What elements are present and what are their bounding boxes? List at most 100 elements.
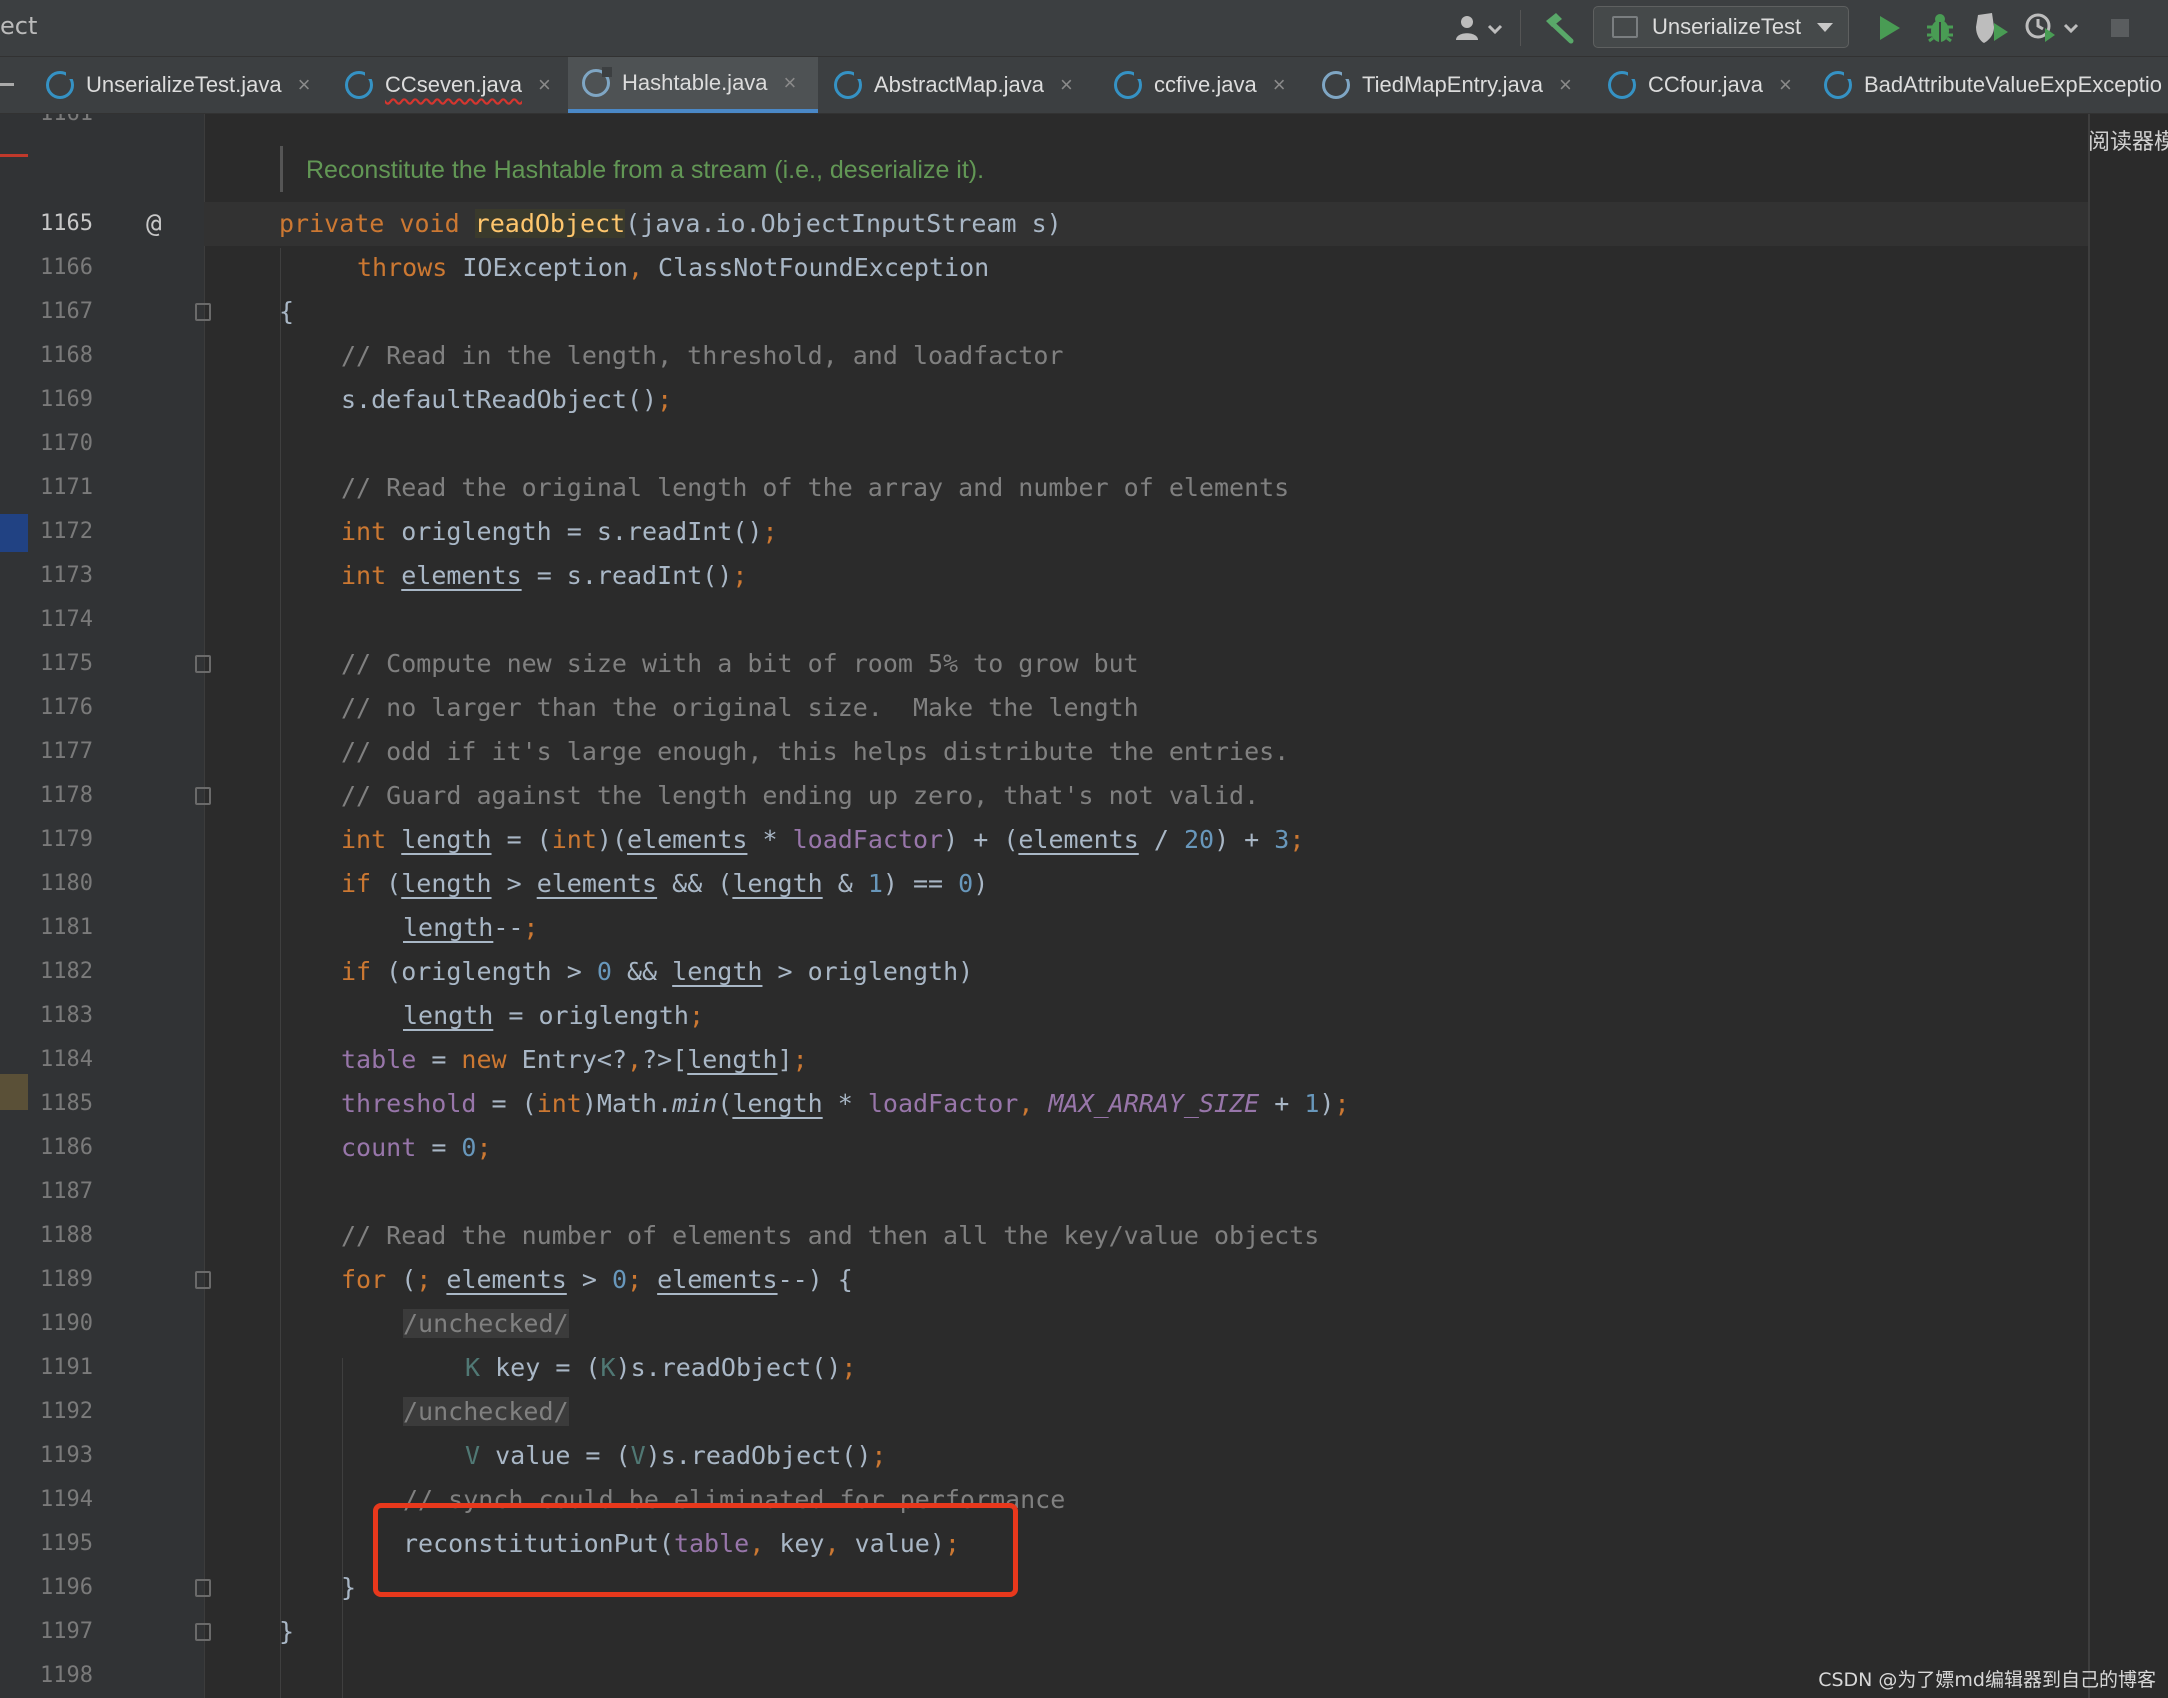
close-icon[interactable]: × <box>784 70 797 96</box>
code-token: = ( <box>491 825 552 854</box>
code-token: > origlength) <box>762 957 974 986</box>
code-line-1169[interactable]: s.defaultReadObject(); <box>341 378 672 422</box>
code-line-1182[interactable]: if (origlength > 0 && length > origlengt… <box>341 950 973 994</box>
debug-icon[interactable] <box>1920 8 1960 48</box>
code-token: ) <box>973 869 989 898</box>
java-class-icon <box>1608 69 1638 99</box>
code-token: value = ( <box>480 1441 631 1470</box>
fold-marker-icon[interactable] <box>195 1579 211 1597</box>
fold-marker-icon[interactable] <box>195 1623 211 1641</box>
close-icon[interactable]: × <box>1273 72 1286 98</box>
code-line-1189[interactable]: for (; elements > 0; elements--) { <box>341 1258 853 1302</box>
code-token: count <box>341 1133 417 1162</box>
code-line-1191[interactable]: K key = (K)s.readObject(); <box>465 1346 856 1390</box>
coverage-icon[interactable] <box>1972 8 2014 48</box>
code-line-1184[interactable]: table = new Entry<?,?>[length]; <box>341 1038 808 1082</box>
code-token: --) { <box>777 1265 853 1294</box>
line-number: 1188 <box>40 1223 93 1248</box>
profile-icon[interactable] <box>2022 8 2084 48</box>
code-token: s.defaultReadObject() <box>341 385 658 414</box>
reader-mode-toggle[interactable]: 阅读器模 <box>2088 124 2168 156</box>
close-icon[interactable]: × <box>1779 72 1792 98</box>
doc-comment-bar <box>280 146 283 192</box>
code-token: = ( <box>476 1089 537 1118</box>
code-line-1166[interactable]: throws IOException, ClassNotFoundExcepti… <box>357 246 989 290</box>
code-line-1197[interactable]: } <box>279 1610 294 1654</box>
code-token: elements <box>1018 825 1139 854</box>
tab-ccseven[interactable]: CCseven.java × <box>345 57 551 113</box>
code-token: 1 <box>1304 1089 1320 1118</box>
close-icon[interactable]: × <box>298 72 311 98</box>
tab-ccfour[interactable]: CCfour.java × <box>1608 57 1792 113</box>
tab-abstractmap[interactable]: AbstractMap.java × <box>834 57 1073 113</box>
code-line-1188[interactable]: // Read the number of elements and then … <box>341 1214 1319 1258</box>
code-token: IOException <box>462 253 628 282</box>
code-editor[interactable]: Reconstitute the Hashtable from a stream… <box>0 114 2168 1698</box>
code-token: , <box>627 1045 643 1074</box>
code-token: length <box>401 825 492 854</box>
code-line-1192[interactable]: /unchecked/ <box>403 1390 569 1434</box>
code-token: readObject <box>474 209 626 238</box>
fold-marker-icon[interactable] <box>195 1271 211 1289</box>
run-icon[interactable] <box>1870 8 1906 48</box>
tab-unserializetest[interactable]: UnserializeTest.java × <box>46 57 311 113</box>
code-line-1179[interactable]: int length = (int)(elements * loadFactor… <box>341 818 1304 862</box>
code-token: length <box>732 869 823 898</box>
code-token: ( <box>386 869 402 898</box>
code-token: ; <box>792 1045 808 1074</box>
indent-guide <box>280 248 281 1698</box>
line-number: 1175 <box>40 651 93 676</box>
code-line-1186[interactable]: count = 0; <box>341 1126 492 1170</box>
user-icon[interactable] <box>1452 8 1508 48</box>
close-icon[interactable]: × <box>538 72 551 98</box>
code-line-1173[interactable]: int elements = s.readInt(); <box>341 554 747 598</box>
code-line-1167[interactable]: { <box>279 290 294 334</box>
code-token: 1 <box>867 869 883 898</box>
build-hammer-icon[interactable] <box>1538 8 1578 48</box>
code-token: ; <box>476 1133 492 1162</box>
code-line-1181[interactable]: length--; <box>403 906 538 950</box>
tab-label: TiedMapEntry.java <box>1362 72 1543 97</box>
code-token: * <box>747 825 793 854</box>
code-token: 3 <box>1274 825 1290 854</box>
code-line-1193[interactable]: V value = (V)s.readObject(); <box>465 1434 886 1478</box>
code-line-1190[interactable]: /unchecked/ <box>403 1302 569 1346</box>
code-line-1176[interactable]: // no larger than the original size. Mak… <box>341 686 1139 730</box>
code-token: 20 <box>1183 825 1215 854</box>
tab-overflow-icon[interactable] <box>0 83 14 86</box>
tab-label: AbstractMap.java <box>874 72 1044 97</box>
override-at-marker[interactable]: @ <box>146 202 162 246</box>
code-line-1177[interactable]: // odd if it's large enough, this helps … <box>341 730 1289 774</box>
close-icon[interactable]: × <box>1559 72 1572 98</box>
stop-icon[interactable] <box>2102 8 2138 48</box>
code-line-1175[interactable]: // Compute new size with a bit of room 5… <box>341 642 1139 686</box>
fold-marker-icon[interactable] <box>195 655 211 673</box>
code-token: )s.readObject() <box>645 1441 872 1470</box>
code-line-1183[interactable]: length = origlength; <box>403 994 704 1038</box>
run-configuration-selector[interactable]: UnserializeTest <box>1593 6 1849 48</box>
code-line-1180[interactable]: if (length > elements && (length & 1) ==… <box>341 862 988 906</box>
line-number: 1191 <box>40 1355 93 1380</box>
fold-marker-icon[interactable] <box>195 303 211 321</box>
line-number: 1170 <box>40 431 93 456</box>
tab-badattributevalueexpexception[interactable]: BadAttributeValueExpExceptio <box>1824 57 2162 113</box>
tab-hashtable[interactable]: Hashtable.java × <box>568 57 818 113</box>
code-line-1185[interactable]: threshold = (int)Math.min(length * loadF… <box>341 1082 1350 1126</box>
fold-marker-icon[interactable] <box>195 787 211 805</box>
code-line-1168[interactable]: // Read in the length, threshold, and lo… <box>341 334 1063 378</box>
code-token: ; <box>762 517 778 546</box>
code-line-1178[interactable]: // Guard against the length ending up ze… <box>341 774 1259 818</box>
tab-tiedmapentry[interactable]: TiedMapEntry.java × <box>1322 57 1572 113</box>
code-token: , <box>627 253 659 282</box>
code-token: * <box>822 1089 868 1118</box>
java-class-icon <box>345 69 375 99</box>
code-line-1165[interactable]: private void readObject(java.io.ObjectIn… <box>279 202 1062 246</box>
code-line-1172[interactable]: int origlength = s.readInt(); <box>341 510 778 554</box>
code-token: // Guard against the length ending up ze… <box>341 781 1260 810</box>
code-token: / <box>1138 825 1184 854</box>
code-line-1171[interactable]: // Read the original length of the array… <box>341 466 1289 510</box>
close-icon[interactable]: × <box>1060 72 1073 98</box>
code-line-1196[interactable]: } <box>341 1566 356 1610</box>
editor-tabs: UnserializeTest.java × CCseven.java × Ha… <box>0 57 2168 114</box>
tab-ccfive[interactable]: ccfive.java × <box>1114 57 1286 113</box>
